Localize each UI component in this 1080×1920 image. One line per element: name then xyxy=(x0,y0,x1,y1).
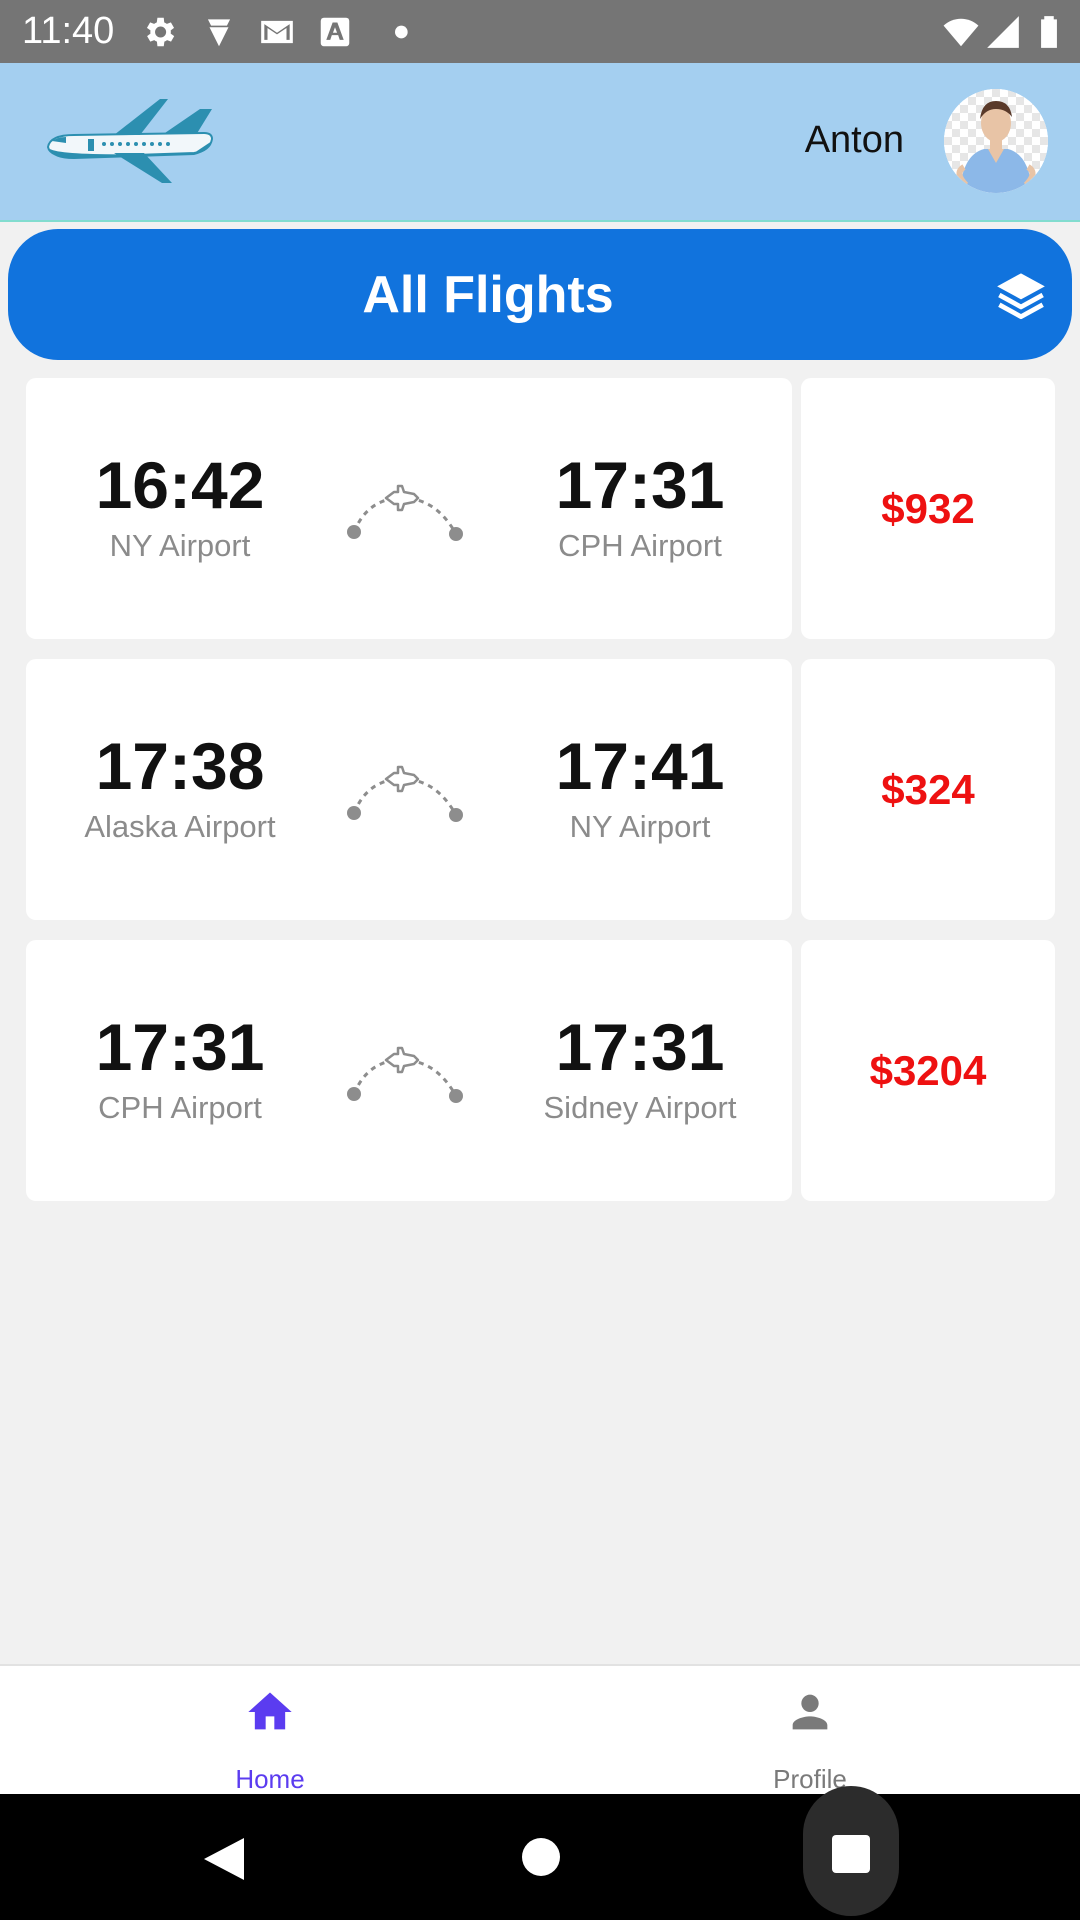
departure: 16:42 NY Airport xyxy=(30,450,330,564)
flight-route-icon xyxy=(347,765,463,822)
arrival-airport: NY Airport xyxy=(569,809,711,844)
price-card[interactable]: $3204 xyxy=(801,940,1055,1201)
flight-card[interactable]: 17:31 CPH Airport 17:31 Sidney Airport xyxy=(26,940,792,1201)
arrival-time: 17:41 xyxy=(555,729,725,803)
signal-icon xyxy=(987,16,1019,48)
status-bar: 11:40 xyxy=(0,0,1080,63)
departure: 17:31 CPH Airport xyxy=(30,1012,330,1126)
airplane-logo[interactable] xyxy=(44,95,216,185)
price-card[interactable]: $324 xyxy=(801,659,1055,920)
user-name: Anton xyxy=(804,119,904,161)
bottom-navigation: Home Profile xyxy=(0,1664,1080,1796)
home-circle-icon[interactable] xyxy=(520,1836,562,1878)
home-icon xyxy=(248,1692,292,1730)
departure-time: 17:38 xyxy=(95,729,265,803)
nav-home-label: Home xyxy=(235,1764,305,1794)
arrival: 17:41 NY Airport xyxy=(490,731,790,845)
user-avatar[interactable] xyxy=(944,89,1048,193)
arrival: 17:31 CPH Airport xyxy=(490,450,790,564)
recents-icon xyxy=(832,1835,870,1873)
status-time: 11:40 xyxy=(22,10,115,52)
dot-icon xyxy=(395,25,408,39)
flight-route-icon xyxy=(347,484,463,541)
departure: 17:38 Alaska Airport xyxy=(30,731,330,845)
wifi-icon xyxy=(943,18,979,47)
flight-route-icon xyxy=(347,1046,463,1103)
arrival-time: 17:31 xyxy=(555,1010,725,1084)
flight-card[interactable]: 16:42 NY Airport 17:31 CPH Airport xyxy=(26,378,792,639)
layers-icon[interactable] xyxy=(994,269,1048,321)
arrival-time: 17:31 xyxy=(555,448,725,522)
nav-home[interactable]: Home xyxy=(0,1666,540,1796)
page-title: All Flights xyxy=(362,265,614,324)
arrival-airport: Sidney Airport xyxy=(543,1090,737,1125)
all-flights-banner: All Flights xyxy=(8,229,1072,360)
back-icon[interactable] xyxy=(200,1834,248,1884)
nav-profile[interactable]: Profile xyxy=(540,1666,1080,1796)
departure-airport: NY Airport xyxy=(109,528,251,563)
font-a-icon xyxy=(320,17,350,47)
flight-card[interactable]: 17:38 Alaska Airport 17:41 NY Airport xyxy=(26,659,792,920)
departure-airport: CPH Airport xyxy=(98,1090,262,1125)
nav-profile-label: Profile xyxy=(773,1764,847,1794)
gear-icon xyxy=(146,17,175,47)
diamond-icon xyxy=(207,19,231,47)
departure-airport: Alaska Airport xyxy=(84,809,276,844)
gmail-icon xyxy=(261,20,293,44)
departure-time: 16:42 xyxy=(95,448,265,522)
arrival-airport: CPH Airport xyxy=(558,528,722,563)
departure-time: 17:31 xyxy=(95,1010,265,1084)
arrival: 17:31 Sidney Airport xyxy=(490,1012,790,1126)
app-header: Anton xyxy=(0,63,1080,222)
recents-button-highlight[interactable] xyxy=(803,1786,899,1916)
system-navigation-bar xyxy=(0,1786,1080,1920)
battery-icon xyxy=(1041,16,1057,48)
price-card[interactable]: $932 xyxy=(801,378,1055,639)
person-icon xyxy=(792,1694,828,1730)
